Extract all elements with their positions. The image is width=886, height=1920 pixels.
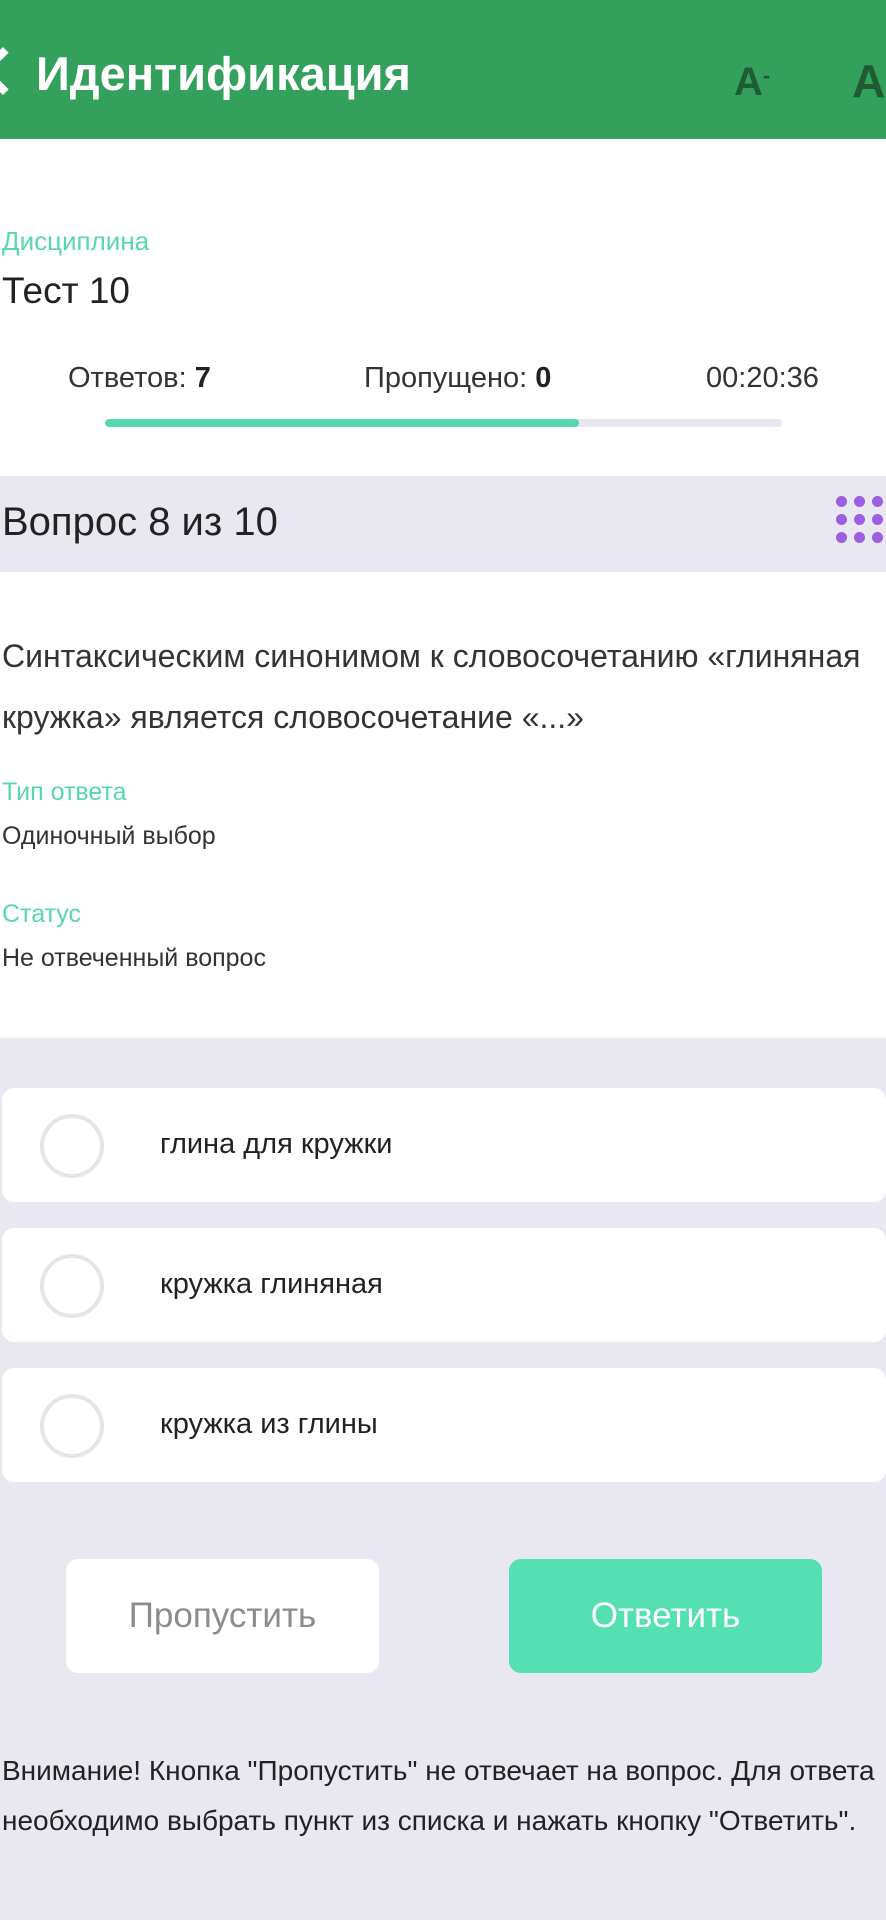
app-root: Идентификация A- A Дисциплина Тест 10 От… [0,0,886,1920]
question-number: Вопрос 8 из 10 [2,500,278,544]
font-decrease-label: A [734,60,763,104]
radio-button[interactable] [40,1114,104,1178]
status-label: Статус [2,900,82,928]
status-value: Не отвеченный вопрос [2,944,266,972]
answer-option-label: глина для кружки [160,1128,393,1160]
answer-option[interactable]: кружка из глины [2,1368,886,1482]
notice-text: Внимание! Кнопка "Пропустить" не отвечае… [2,1755,875,1836]
discipline-value: Тест 10 [2,270,130,311]
question-header: Вопрос 8 из 10 [0,476,886,572]
skipped-stat: Пропущено: 0 [364,362,551,395]
page-title: Идентификация [36,47,411,100]
header-bar: Идентификация A- A [0,0,886,139]
skipped-count: 0 [535,362,552,394]
progress-bar-fill [105,419,579,427]
answer-option-label: кружка глиняная [160,1268,383,1300]
skip-button[interactable]: Пропустить [66,1559,379,1673]
answer-type-label: Тип ответа [2,778,127,806]
font-decrease-button[interactable]: A- [734,62,770,102]
answered-stat: Ответов: 7 [68,362,211,395]
radio-button[interactable] [40,1254,104,1318]
answer-option[interactable]: кружка глиняная [2,1228,886,1342]
discipline-label: Дисциплина [2,226,150,256]
timer: 00:20:36 [706,362,819,394]
answered-label: Ответов: [68,362,187,394]
answer-type-value: Одиночный выбор [2,822,216,850]
font-increase-button[interactable]: A [852,58,885,104]
answered-count: 7 [194,362,211,394]
question-grid-icon[interactable] [836,496,886,552]
font-decrease-suffix: - [762,63,771,88]
question-text: Синтаксическим синонимом к словосочетани… [2,638,861,735]
answer-button[interactable]: Ответить [509,1559,822,1673]
skipped-label: Пропущено: [364,362,528,394]
answer-option-label: кружка из глины [160,1408,378,1440]
radio-button[interactable] [40,1394,104,1458]
progress-bar [105,419,782,427]
back-arrow-icon[interactable] [0,46,28,96]
answer-option[interactable]: глина для кружки [2,1088,886,1202]
